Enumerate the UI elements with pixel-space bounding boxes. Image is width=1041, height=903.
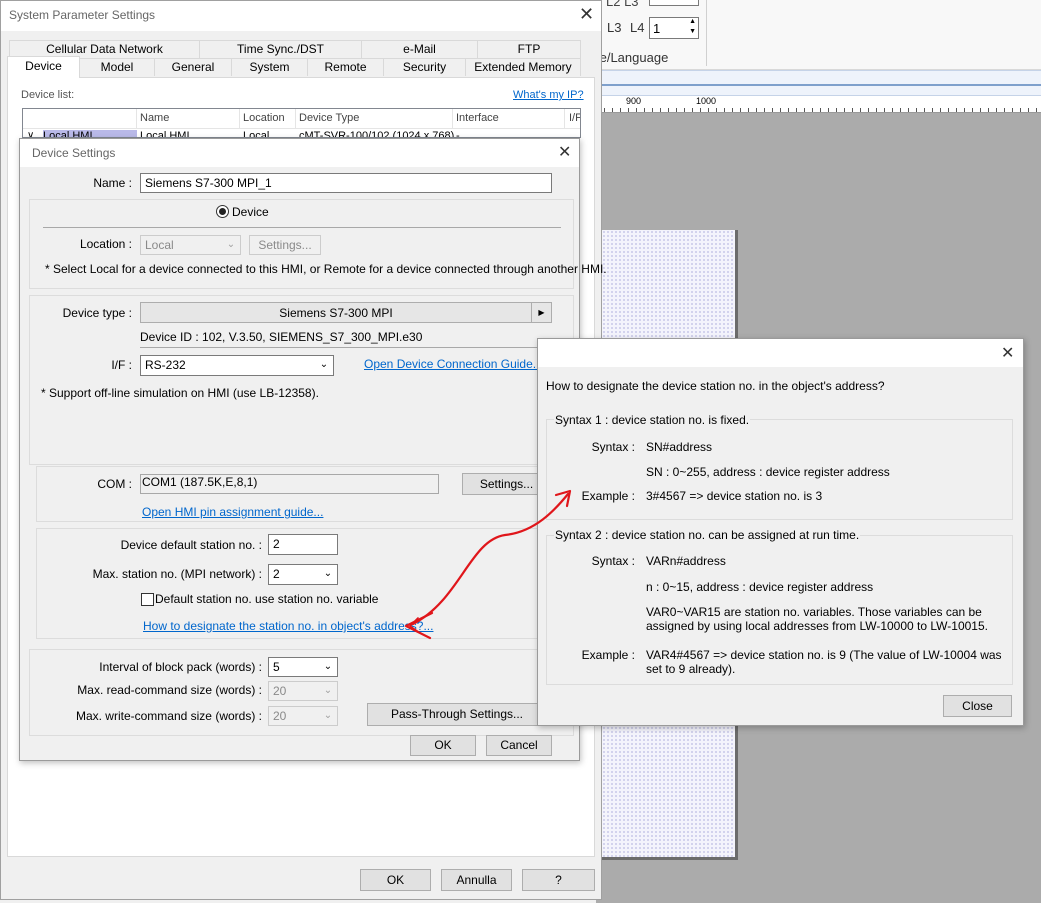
annotation-arrow <box>404 489 572 640</box>
tab-device[interactable]: Device <box>7 56 80 78</box>
annotation-arrow-curve <box>411 492 570 626</box>
